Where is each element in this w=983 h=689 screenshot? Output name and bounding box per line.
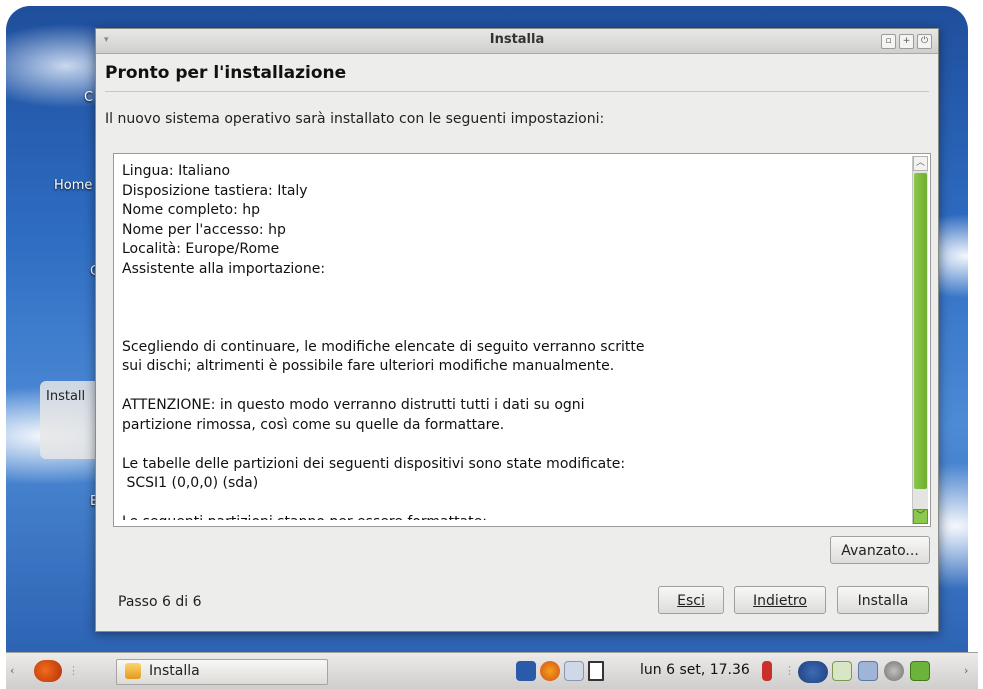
- minimize-button[interactable]: ▫: [881, 34, 896, 49]
- summary-line: Località: Europe/Rome: [122, 241, 280, 257]
- taskbar-task-label: Installa: [149, 663, 200, 679]
- desktop-icon-home-label[interactable]: Home: [54, 178, 92, 193]
- taskbar-task-installa[interactable]: Installa: [116, 659, 328, 685]
- summary-line: [122, 318, 902, 338]
- taskbar-left-arrow-icon[interactable]: ‹: [10, 664, 14, 677]
- installer-window: ▾ Installa ▫ + ⏻ Pronto per l'installazi…: [95, 28, 939, 632]
- summary-line: [122, 279, 902, 299]
- close-button[interactable]: ⏻: [917, 34, 932, 49]
- display-icon[interactable]: [858, 661, 878, 681]
- summary-line: [122, 377, 902, 397]
- speaker-icon[interactable]: [884, 661, 904, 681]
- desktop-icon-label[interactable]: C: [84, 90, 93, 105]
- window-title: Installa: [489, 32, 545, 47]
- summary-line: partizione rimossa, così come su quelle …: [122, 416, 505, 433]
- start-menu-logo-icon[interactable]: [34, 660, 62, 682]
- summary-line: Disposizione tastiera: Italy: [122, 182, 308, 199]
- summary-line: [122, 435, 902, 455]
- taskbar-handle-icon: ⋮: [784, 664, 795, 677]
- summary-line: [122, 299, 902, 319]
- summary-line: Nome per l'accesso: hp: [122, 221, 286, 238]
- network-icon[interactable]: [798, 661, 828, 683]
- clipboard-icon[interactable]: [588, 661, 604, 681]
- summary-text: Lingua: Italiano Disposizione tastiera: I…: [122, 162, 902, 520]
- recycle-bin-icon[interactable]: [910, 661, 930, 681]
- scroll-up-icon[interactable]: ︿: [913, 156, 928, 171]
- page-title: Pronto per l'installazione: [105, 63, 347, 83]
- taskbar: ‹ ⋮ Installa lun 6 set, 17.36 ⋮ ›: [6, 652, 978, 689]
- battery-icon[interactable]: [762, 661, 772, 681]
- summary-line: Scegliendo di continuare, le modifiche e…: [122, 338, 645, 355]
- image-viewer-icon[interactable]: [564, 661, 584, 681]
- advanced-button[interactable]: Avanzato...: [830, 536, 930, 564]
- scroll-down-icon[interactable]: ﹀: [913, 509, 928, 524]
- summary-line: [122, 494, 902, 514]
- scroll-thumb[interactable]: [914, 173, 927, 489]
- summary-line: Nome completo: hp: [122, 202, 261, 218]
- summary-scrollbar[interactable]: ︿ ﹀: [912, 156, 928, 524]
- desktop-icon-install-label: Install: [46, 389, 86, 404]
- summary-line: Assistente alla importazione:: [122, 260, 326, 277]
- firefox-icon[interactable]: [540, 661, 560, 681]
- tray-app-icon[interactable]: [516, 661, 536, 681]
- window-titlebar[interactable]: ▾ Installa ▫ + ⏻: [96, 29, 938, 54]
- installer-icon: [125, 663, 141, 679]
- summary-line: Le seguenti partizioni stanno per essere…: [122, 513, 902, 520]
- summary-line: ATTENZIONE: in questo modo verranno dist…: [122, 397, 585, 413]
- summary-textview[interactable]: Lingua: Italiano Disposizione tastiera: I…: [113, 153, 931, 527]
- step-indicator: Passo 6 di 6: [118, 594, 202, 610]
- install-button[interactable]: Installa: [837, 586, 929, 614]
- maximize-button[interactable]: +: [899, 34, 914, 49]
- summary-line: Le tabelle delle partizioni dei seguenti…: [122, 455, 626, 472]
- back-button[interactable]: Indietro: [734, 586, 826, 614]
- quit-button[interactable]: Esci: [658, 586, 724, 614]
- summary-line: sui dischi; altrimenti è possibile fare …: [122, 358, 615, 374]
- taskbar-handle-icon: ⋮: [68, 664, 79, 677]
- update-icon[interactable]: [832, 661, 852, 681]
- header-divider: [105, 91, 929, 92]
- clock[interactable]: lun 6 set, 17.36: [640, 662, 750, 678]
- taskbar-right-arrow-icon[interactable]: ›: [964, 664, 968, 677]
- intro-text: Il nuovo sistema operativo sarà installa…: [105, 111, 605, 127]
- summary-line: Lingua: Italiano: [122, 163, 231, 179]
- summary-line: SCSI1 (0,0,0) (sda): [122, 475, 259, 491]
